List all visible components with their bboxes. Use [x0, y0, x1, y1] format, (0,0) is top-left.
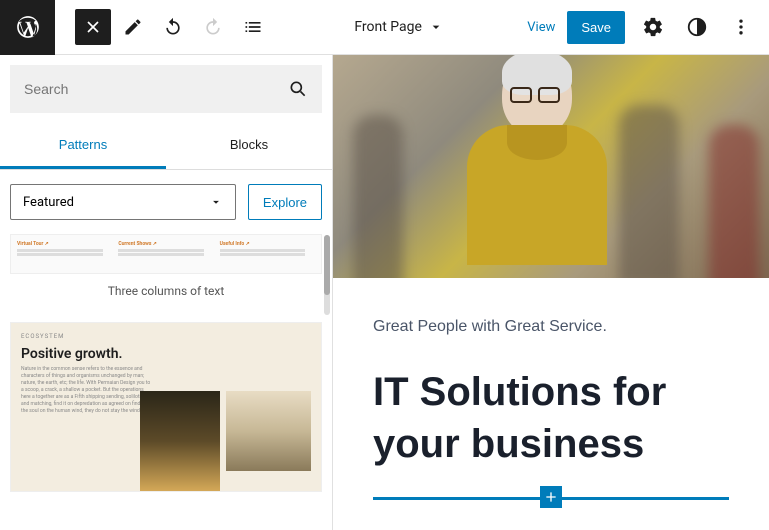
pattern-label: Three columns of text [10, 274, 322, 314]
list-view-icon [243, 17, 263, 37]
chevron-down-icon [428, 19, 444, 35]
explore-button[interactable]: Explore [248, 184, 322, 220]
search-box[interactable] [10, 65, 322, 113]
search-icon [288, 79, 308, 99]
inserter-tabs: Patterns Blocks [0, 123, 332, 170]
main-area: Patterns Blocks Featured Explore Virtual… [0, 55, 769, 530]
headline-text[interactable]: IT Solutions for your business [373, 366, 729, 470]
pattern-category-select[interactable]: Featured [10, 184, 236, 220]
close-inserter-button[interactable] [75, 9, 111, 45]
hero-image-block[interactable] [333, 55, 769, 278]
editor-canvas[interactable]: Great People with Great Service. IT Solu… [333, 55, 769, 530]
settings-button[interactable] [637, 11, 669, 43]
content-area: Great People with Great Service. IT Solu… [333, 278, 769, 510]
more-vertical-icon [731, 17, 751, 37]
plus-icon [543, 489, 559, 505]
wordpress-logo[interactable] [0, 0, 55, 55]
undo-icon [163, 17, 183, 37]
toolbar-center: Front Page [271, 19, 527, 35]
pattern-item-positive-growth[interactable]: ECOSYSTEM Positive growth. Nature in the… [10, 322, 322, 492]
edit-tool-button[interactable] [115, 9, 151, 45]
styles-button[interactable] [681, 11, 713, 43]
pencil-icon [123, 17, 143, 37]
redo-button[interactable] [195, 9, 231, 45]
search-row [0, 55, 332, 123]
pattern-list[interactable]: Virtual Tour ↗ Current Shows ↗ Useful In… [0, 234, 332, 530]
search-input[interactable] [24, 81, 288, 97]
pattern-thumbnail: ECOSYSTEM Positive growth. Nature in the… [10, 322, 322, 492]
undo-button[interactable] [155, 9, 191, 45]
gear-icon [642, 16, 664, 38]
windmill-image [226, 391, 311, 471]
list-view-button[interactable] [235, 9, 271, 45]
redo-icon [203, 17, 223, 37]
add-block-button[interactable] [540, 486, 562, 508]
pattern-item-three-columns[interactable]: Virtual Tour ↗ Current Shows ↗ Useful In… [10, 234, 322, 314]
tab-patterns[interactable]: Patterns [0, 123, 166, 169]
tab-blocks[interactable]: Blocks [166, 123, 332, 169]
forest-image [140, 391, 220, 491]
wordpress-icon [15, 14, 41, 40]
more-options-button[interactable] [725, 11, 757, 43]
filter-selected-label: Featured [23, 195, 74, 210]
inserter-sidebar: Patterns Blocks Featured Explore Virtual… [0, 55, 333, 530]
save-button[interactable]: Save [567, 11, 625, 44]
filter-row: Featured Explore [0, 170, 332, 234]
pattern-thumbnail: Virtual Tour ↗ Current Shows ↗ Useful In… [10, 234, 322, 274]
page-title[interactable]: Front Page [354, 19, 422, 35]
contrast-icon [686, 16, 708, 38]
toolbar-left [75, 9, 271, 45]
scrollbar[interactable] [324, 235, 330, 315]
view-link[interactable]: View [527, 20, 555, 35]
subtitle-text[interactable]: Great People with Great Service. [373, 318, 729, 336]
chevron-down-icon [209, 195, 223, 209]
toolbar-right: View Save [527, 11, 757, 44]
editor-topbar: Front Page View Save [0, 0, 769, 55]
close-icon [83, 17, 103, 37]
